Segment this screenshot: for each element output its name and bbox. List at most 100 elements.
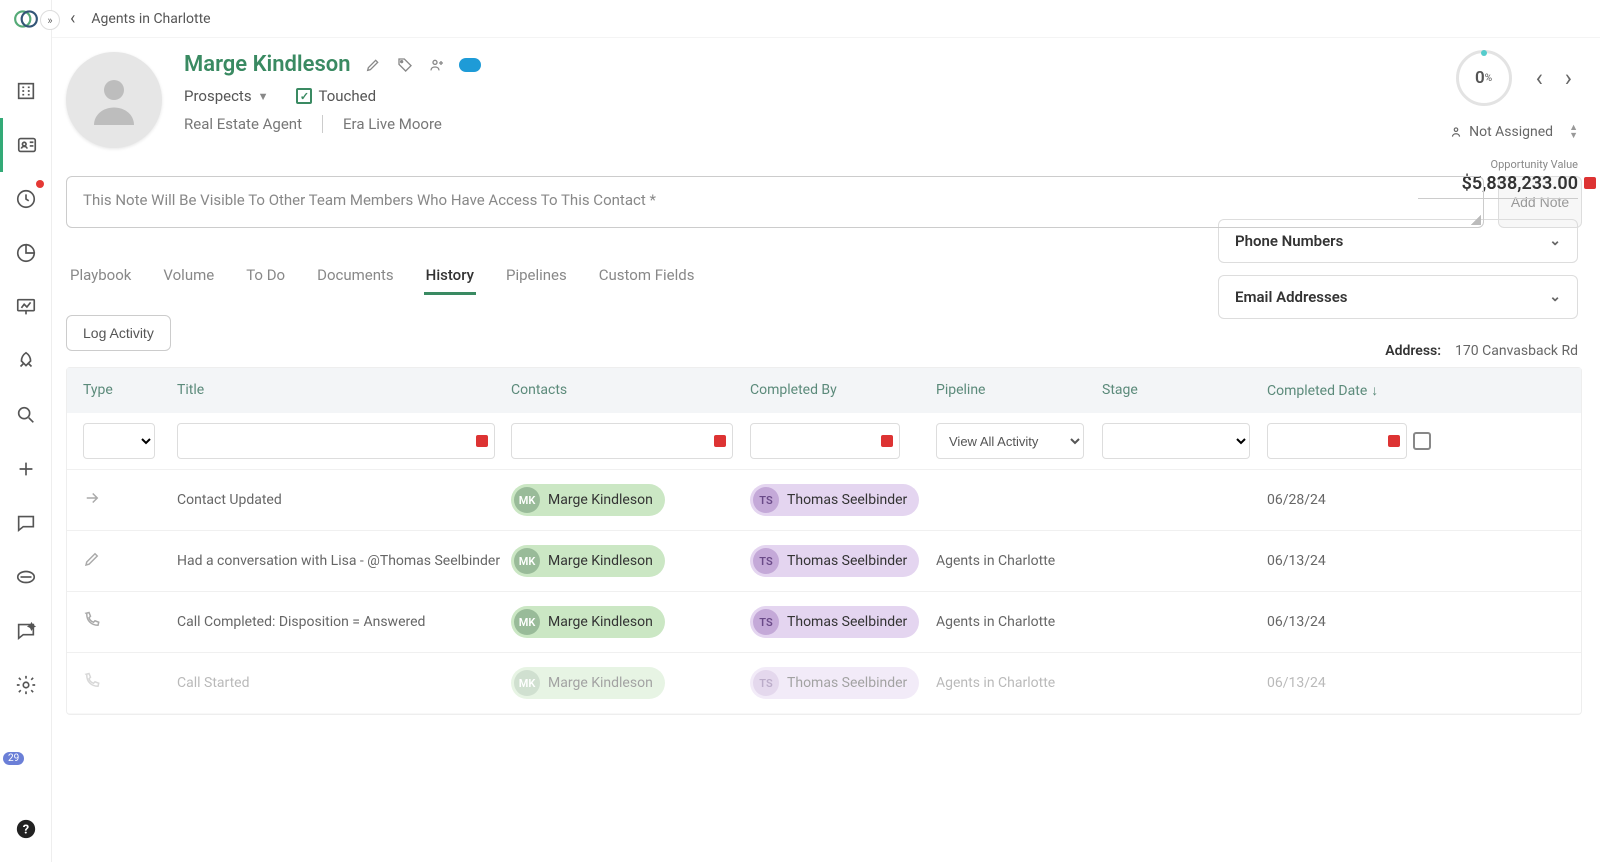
sidebar-item-settings[interactable] (0, 658, 52, 712)
filter-contacts-input[interactable] (511, 423, 733, 459)
contact-chip-name: Marge Kindleson (548, 492, 653, 508)
filter-title-input[interactable] (177, 423, 495, 459)
tab-documents[interactable]: Documents (315, 258, 396, 295)
app-logo-icon[interactable] (13, 6, 39, 32)
contact-chip[interactable]: MKMarge Kindleson (511, 606, 665, 638)
filter-row: View All Activity (67, 413, 1581, 470)
row-pipeline: Agents in Charlotte (936, 553, 1102, 569)
tab-volume[interactable]: Volume (161, 258, 216, 295)
back-button[interactable]: ‹ (64, 6, 81, 31)
sidebar-item-ai[interactable] (0, 604, 52, 658)
column-header-contacts[interactable]: Contacts (511, 382, 750, 399)
sidebar-collapse-toggle[interactable]: » (40, 10, 60, 30)
row-pipeline: Agents in Charlotte (936, 614, 1102, 630)
chat-icon (15, 512, 37, 534)
table-row[interactable]: Had a conversation with Lisa - @Thomas S… (67, 531, 1581, 592)
filter-stage-select[interactable] (1102, 423, 1250, 459)
sidebar-item-add[interactable] (0, 442, 52, 496)
pencil-icon (365, 57, 381, 73)
sidebar-item-launch[interactable] (0, 334, 52, 388)
sidebar-item-compass[interactable] (0, 550, 52, 604)
sidebar-item-contacts[interactable] (0, 118, 52, 172)
filter-pipeline-select[interactable]: View All Activity (936, 423, 1084, 459)
filter-date-input[interactable] (1267, 423, 1407, 459)
user-chip[interactable]: TSThomas Seelbinder (750, 484, 919, 516)
salesforce-icon[interactable] (459, 58, 481, 72)
user-chip[interactable]: TSThomas Seelbinder (750, 606, 919, 638)
tab-pipelines[interactable]: Pipelines (504, 258, 569, 295)
log-activity-button[interactable]: Log Activity (66, 315, 171, 351)
gear-icon (15, 674, 37, 696)
tab-history[interactable]: History (424, 258, 476, 295)
avatar-initials: MK (514, 548, 540, 574)
contact-chip-name: Marge Kindleson (548, 675, 653, 691)
sidebar-item-reports[interactable] (0, 226, 52, 280)
tab-custom-fields[interactable]: Custom Fields (597, 258, 697, 295)
prev-contact-button[interactable]: ‹ (1530, 60, 1549, 96)
sort-icon: ▲▼ (1569, 124, 1578, 140)
user-chip-name: Thomas Seelbinder (787, 492, 907, 508)
clear-icon[interactable] (1388, 435, 1400, 447)
tab-playbook[interactable]: Playbook (68, 258, 133, 295)
sidebar-item-presentation[interactable] (0, 280, 52, 334)
share-contact-button[interactable] (427, 55, 447, 75)
chevron-down-icon: ⌄ (1549, 289, 1561, 305)
touched-checkbox[interactable]: ✓ (296, 88, 312, 104)
assigned-label: Not Assigned (1469, 124, 1553, 140)
contact-chip[interactable]: MKMarge Kindleson (511, 545, 665, 577)
sidebar-item-help[interactable]: ? (0, 802, 52, 856)
tab-todo[interactable]: To Do (244, 258, 287, 295)
avatar-initials: MK (514, 487, 540, 513)
status-dropdown-label: Prospects (184, 87, 252, 105)
column-header-type[interactable]: Type (83, 382, 177, 399)
sidebar-item-search[interactable] (0, 388, 52, 442)
svg-text:?: ? (22, 823, 28, 838)
column-header-completed-by[interactable]: Completed By (750, 382, 936, 399)
note-textarea[interactable]: This Note Will Be Visible To Other Team … (66, 176, 1484, 228)
sidebar-item-activity[interactable] (0, 172, 52, 226)
help-icon: ? (15, 818, 37, 840)
clear-icon[interactable] (714, 435, 726, 447)
clear-icon[interactable] (881, 435, 893, 447)
user-chip[interactable]: TSThomas Seelbinder (750, 667, 919, 699)
left-sidebar: » (0, 0, 52, 862)
email-addresses-accordion[interactable]: Email Addresses ⌄ (1218, 275, 1578, 319)
row-title: Had a conversation with Lisa - @Thomas S… (177, 553, 511, 569)
table-row[interactable]: Contact UpdatedMKMarge KindlesonTSThomas… (67, 470, 1581, 531)
column- header-stage[interactable]: Stage (1102, 382, 1267, 399)
calendar-icon[interactable] (1413, 432, 1431, 450)
user-chip[interactable]: TSThomas Seelbinder (750, 545, 919, 577)
address-label: Address: (1385, 343, 1441, 359)
sidebar-item-building[interactable] (0, 64, 52, 118)
divider (322, 115, 323, 133)
note-placeholder: This Note Will Be Visible To Other Team … (83, 191, 656, 209)
column-header-completed-date[interactable]: Completed Date↓ (1267, 382, 1565, 399)
clear-icon[interactable] (476, 435, 488, 447)
contact-chip[interactable]: MKMarge Kindleson (511, 667, 665, 699)
column-header-title[interactable]: Title (177, 382, 511, 399)
contact-chip[interactable]: MK Marge Kindleson (511, 484, 665, 516)
filter-type-select[interactable] (83, 423, 155, 459)
accordion-label: Phone Numbers (1235, 232, 1343, 250)
row-date: 06/28/24 (1267, 492, 1565, 508)
tag-button[interactable] (395, 55, 415, 75)
edit-name-button[interactable] (363, 55, 383, 75)
breadcrumb-title[interactable]: Agents in Charlotte (91, 11, 210, 27)
table-row[interactable]: Call StartedMKMarge KindlesonTSThomas Se… (67, 653, 1581, 714)
presentation-icon (15, 296, 37, 318)
contact-role: Real Estate Agent (184, 115, 302, 133)
column-header-pipeline[interactable]: Pipeline (936, 382, 1102, 399)
clear-icon[interactable] (1584, 177, 1596, 189)
table-row[interactable]: Call Completed: Disposition = AnsweredMK… (67, 592, 1581, 653)
user-chip-name: Thomas Seelbinder (787, 553, 907, 569)
filter-completedby-input[interactable] (750, 423, 900, 459)
status-dropdown[interactable]: Prospects ▼ (184, 87, 268, 105)
next-contact-button[interactable]: › (1559, 60, 1578, 96)
arrow-icon (83, 489, 101, 511)
gauge-value: 0 (1475, 68, 1485, 88)
address-value[interactable]: 170 Canvasback Rd (1455, 343, 1578, 359)
assigned-to-dropdown[interactable]: Not Assigned ▲▼ (1449, 124, 1578, 140)
contact-avatar[interactable] (66, 52, 162, 148)
phone-icon (83, 611, 101, 633)
sidebar-item-chat[interactable] (0, 496, 52, 550)
